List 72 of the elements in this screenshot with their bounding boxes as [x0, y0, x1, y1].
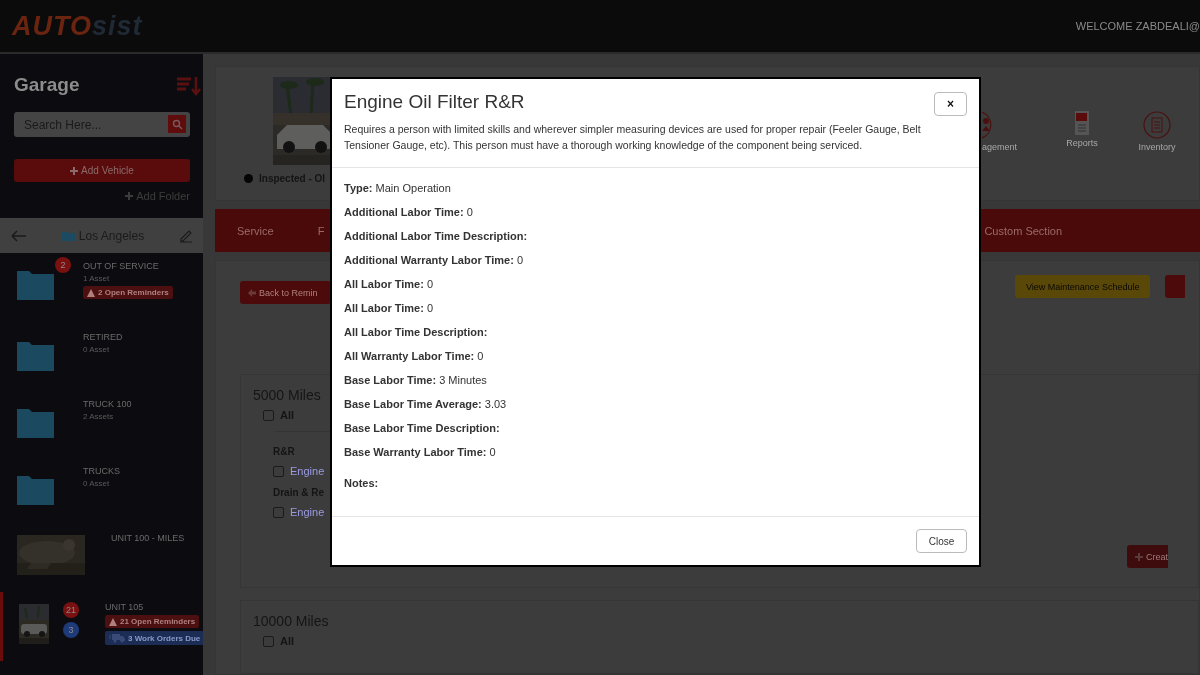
- warning-icon: [109, 617, 117, 626]
- item-name: RETIRED: [83, 332, 123, 342]
- welcome-text: WELCOME ZABDEALI@: [1075, 20, 1200, 32]
- plus-icon: [125, 192, 134, 200]
- sort-icon[interactable]: [175, 74, 201, 96]
- detail-field: Base Labor Time Average: 3.03: [344, 396, 967, 413]
- asset-count: 2 Assets: [83, 412, 115, 421]
- garage-item[interactable]: 2 OUT OF SERVICE 1 Asset 2 Open Reminders: [0, 253, 203, 324]
- folder-icon: [17, 406, 54, 438]
- checkbox[interactable]: [263, 409, 274, 421]
- service-link[interactable]: Engine: [290, 465, 325, 477]
- plus-icon: [70, 166, 79, 175]
- tab[interactable]: Service: [237, 224, 274, 237]
- detail-field: Type: Main Operation: [344, 180, 967, 197]
- detail-field: Additional Warranty Labor Time: 0: [344, 252, 967, 269]
- item-name: UNIT 100 - MILES: [111, 533, 185, 543]
- detail-field: Base Labor Time: 3 Minutes: [344, 372, 967, 389]
- notes-label: Notes:: [344, 477, 380, 489]
- warning-icon: [87, 288, 95, 297]
- count-badge: 3: [63, 622, 79, 638]
- description-text: Requires a person with limited skills and wherever simpler measuring devices are used for proper repair (Feeler Gauge, Belt Tensioner Gauge, etc). This person must have a thorough working knowledge of the component being serviced.: [344, 122, 922, 153]
- asset-count: 1 Asset: [83, 274, 111, 283]
- detail-field: Additional Labor Time: 0: [344, 204, 967, 221]
- sidebar-title: Garage: [14, 74, 80, 96]
- folder-icon: [61, 230, 75, 241]
- report-icon: [1075, 111, 1089, 135]
- service-link[interactable]: Engine: [290, 506, 325, 518]
- checkbox[interactable]: [273, 506, 284, 518]
- create-button[interactable]: Creat: [1127, 545, 1168, 568]
- detail-field: All Labor Time: 0: [344, 300, 967, 317]
- toolbar-button[interactable]: Inventory: [1112, 111, 1200, 152]
- toolbar-button[interactable]: agement: [982, 111, 1022, 152]
- detail-field: All Warranty Labor Time: 0: [344, 348, 967, 365]
- edit-icon[interactable]: [179, 228, 193, 243]
- item-name: TRUCK 100: [83, 399, 132, 409]
- back-arrow-icon[interactable]: [10, 228, 27, 243]
- folder-icon: [17, 473, 54, 505]
- arrow-left-icon: [248, 288, 256, 297]
- close-button[interactable]: ×: [934, 92, 967, 116]
- folder-icon: [17, 268, 54, 300]
- checkbox[interactable]: [263, 635, 274, 647]
- count-badge: 2: [55, 257, 71, 273]
- modal-title: Engine Oil Filter R&R: [344, 91, 525, 113]
- close-button[interactable]: Close: [916, 529, 967, 553]
- detail-field: All Labor Time: 0: [344, 276, 967, 293]
- add-vehicle-button[interactable]: Add Vehicle: [14, 159, 190, 182]
- count-badge: 21: [63, 602, 79, 618]
- reminders-tag: 2 Open Reminders: [83, 286, 173, 299]
- truck-icon: [109, 633, 125, 643]
- clipboard-icon: [1143, 111, 1171, 139]
- garage-item[interactable]: TRUCK 100 2 Assets: [0, 391, 203, 458]
- detail-field: All Labor Time Description:: [344, 324, 967, 341]
- tab[interactable]: Custom Section: [984, 224, 1063, 237]
- garage-item[interactable]: 21 3 UNIT 105 21 Open Reminders 3 Work Orders Due: [0, 592, 203, 661]
- item-name: OUT OF SERVICE: [83, 261, 160, 271]
- tab[interactable]: F: [317, 224, 325, 237]
- toolbar-button[interactable]: Reports: [1052, 111, 1112, 152]
- plus-icon: [1135, 552, 1143, 561]
- detail-field: Additional Labor Time Description:: [344, 228, 967, 245]
- status-dot: [244, 174, 253, 183]
- work-orders-tag: 3 Work Orders Due: [105, 631, 203, 645]
- detail-field: Base Warranty Labor Time: 0: [344, 444, 967, 461]
- checkbox[interactable]: [273, 465, 284, 477]
- garage-item[interactable]: UNIT 100 - MILES: [0, 525, 203, 592]
- item-name: UNIT 105: [105, 602, 145, 612]
- detail-field: Base Labor Time Description:: [344, 420, 967, 437]
- back-button[interactable]: Back to Remin: [240, 281, 331, 304]
- schedule-button[interactable]: View Maintenance Schedule: [1015, 275, 1151, 298]
- reminders-tag: 21 Open Reminders: [105, 615, 200, 628]
- folder-icon: [17, 339, 54, 371]
- search-icon[interactable]: [168, 115, 186, 133]
- item-name: TRUCKS: [83, 466, 120, 476]
